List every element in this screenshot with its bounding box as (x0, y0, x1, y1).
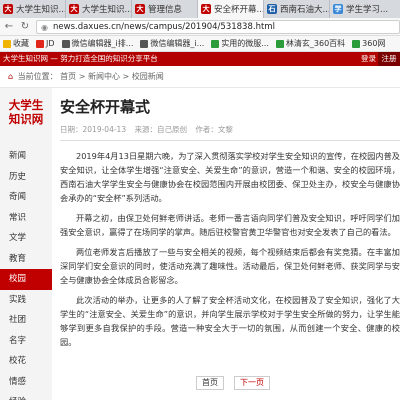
sidebar-item[interactable]: 实践 (0, 290, 52, 311)
editor-icon (61, 39, 70, 48)
article-source: 来源：自己原创 (134, 125, 187, 134)
site-header: 大学生知识网 — 努力打造全国的知识分享平台 登录 注册 (0, 52, 400, 66)
bookmark-item[interactable]: 收藏 (3, 38, 29, 49)
browser-tab[interactable]: 大 管理信息 (132, 0, 198, 18)
sidebar-item[interactable]: 历史 (0, 167, 52, 188)
editor-icon (140, 39, 149, 48)
app-favicon-icon: 学 (333, 4, 343, 14)
breadcrumb-separator: > (78, 72, 86, 81)
service-icon (211, 39, 220, 48)
article-date: 日期：2019-04-13 (60, 125, 127, 134)
sidebar-item[interactable]: 社团 (0, 310, 52, 331)
star-icon (3, 39, 11, 48)
tab-label: 大学生知识... (16, 5, 66, 15)
browser-tab[interactable]: 大 大学生知识... (0, 0, 66, 18)
school-favicon-icon: 石 (267, 4, 277, 14)
browser-tab-active[interactable]: 大 安全杯开幕... ✕ (198, 0, 264, 18)
tab-label: 大学生知识... (82, 5, 132, 15)
sidebar-item[interactable]: 经验 (0, 392, 52, 400)
breadcrumb-current[interactable]: 校园新闻 (132, 72, 164, 81)
bookmark-item[interactable]: 微信编辑器_i... (140, 38, 204, 49)
back-arrow-icon[interactable]: ← (3, 21, 15, 33)
sidebar-item[interactable]: 校园 (0, 269, 52, 290)
register-link[interactable]: 登录 (361, 52, 376, 66)
sidebar-item[interactable]: 新闻 (0, 146, 52, 167)
site-favicon-icon: 大 (69, 4, 79, 14)
login-button[interactable]: 注册 (378, 52, 400, 66)
site-favicon-icon: 大 (3, 4, 13, 14)
bookmarks-bar: 收藏 JD 微信编辑器_i排... 微信编辑器_i... 实用的微服... 林清… (0, 36, 400, 52)
sidebar-item[interactable]: 名字 (0, 331, 52, 352)
360-icon (352, 39, 361, 48)
baike-icon (275, 39, 284, 48)
bookmark-item[interactable]: 微信编辑器_i排... (61, 38, 133, 49)
page-info-icon: ◉ (41, 23, 48, 32)
title-divider (60, 140, 400, 141)
article-paragraph: 2019年4月13日星期六晚，为了深入贯彻落实学校对学生安全知识的宣传，在校园内… (60, 151, 400, 203)
bookmark-item[interactable]: 林清玄_360百科 (275, 38, 345, 49)
refresh-icon[interactable]: ↻ (19, 21, 31, 33)
site-favicon-icon: 大 (135, 4, 145, 14)
article-meta: 日期：2019-04-13 来源：自己原创 作者：文黎 (60, 124, 400, 134)
first-page-button[interactable]: 首页 (196, 376, 224, 390)
tab-label: 管理信息 (148, 5, 183, 15)
sidebar-item[interactable]: 情感 (0, 372, 52, 393)
sidebar-item[interactable]: 校花 (0, 351, 52, 372)
site-slogan: 大学生知识网 — 努力打造全国的知识分享平台 (3, 54, 158, 63)
breadcrumb-news-center-link[interactable]: 新闻中心 (88, 72, 120, 81)
logo-line-2: 知识网 (8, 112, 44, 126)
article-paragraph: 两位老师发言后播放了一些与安全相关的视频，每个视频结束后都会有奖竞猜。在丰富加深… (60, 247, 400, 285)
address-toolbar: ← ↻ ◉ news.daxues.cn/news/campus/201904/… (0, 18, 400, 36)
bookmark-item[interactable]: JD (36, 39, 55, 48)
sidebar-item[interactable]: 教育 (0, 249, 52, 270)
article-author: 作者：文黎 (195, 125, 233, 134)
site-logo[interactable]: 大学生 知识网 (0, 98, 52, 132)
home-icon: ⌂ (8, 72, 14, 81)
pagination: 首页 下一页 (196, 376, 280, 390)
sidebar: 大学生 知识网 新闻历史奇闻常识文学教育校园实践社团名字校花情感经验 (0, 88, 52, 400)
article: 安全杯开幕式 日期：2019-04-13 来源：自己原创 作者：文黎 2019年… (60, 96, 400, 400)
site-favicon-icon: 大 (201, 4, 211, 14)
browser-tab-strip: 大 大学生知识... 大 大学生知识... 大 管理信息 大 安全杯开幕... … (0, 0, 400, 18)
sidebar-item[interactable]: 常识 (0, 208, 52, 229)
bookmark-item[interactable]: 360网 (352, 38, 385, 49)
breadcrumb-home-link[interactable]: 首页 (60, 72, 76, 81)
browser-tab[interactable]: 大 大学生知识... (66, 0, 132, 18)
next-page-button[interactable]: 下一页 (234, 376, 270, 390)
tab-label: 安全杯开幕... (214, 5, 264, 15)
url-text: news.daxues.cn/news/campus/201904/531838… (53, 22, 275, 32)
jd-icon (36, 39, 44, 48)
url-field[interactable]: ◉ news.daxues.cn/news/campus/201904/5318… (36, 20, 400, 34)
tab-label: 西南石油大... (280, 5, 330, 15)
article-title: 安全杯开幕式 (60, 98, 151, 116)
breadcrumb-prefix: 当前位置： (17, 72, 58, 81)
sidebar-nav: 新闻历史奇闻常识文学教育校园实践社团名字校花情感经验 (0, 146, 52, 400)
sidebar-item[interactable]: 奇闻 (0, 187, 52, 208)
article-paragraph: 此次活动的举办，让更多的人了解了安全杯活动文化，在校园普及了安全知识，强化了大学… (60, 295, 400, 347)
tab-label: 学生学习... (346, 5, 389, 15)
breadcrumb-separator: > (122, 72, 130, 81)
browser-tab[interactable]: 学 学生学习... (330, 0, 400, 18)
bookmark-item[interactable]: 实用的微服... (211, 38, 269, 49)
sidebar-item[interactable]: 文学 (0, 228, 52, 249)
article-paragraph: 开幕之初，由保卫处何鲜老师讲话。老师一番言语向同学们普及安全知识，呼吁同学们加强… (60, 213, 400, 237)
breadcrumb: ⌂ 当前位置： 首页 > 新闻中心 > 校园新闻 (0, 66, 400, 88)
browser-tab[interactable]: 石 西南石油大... (264, 0, 330, 18)
logo-line-1: 大学生 (8, 98, 44, 112)
